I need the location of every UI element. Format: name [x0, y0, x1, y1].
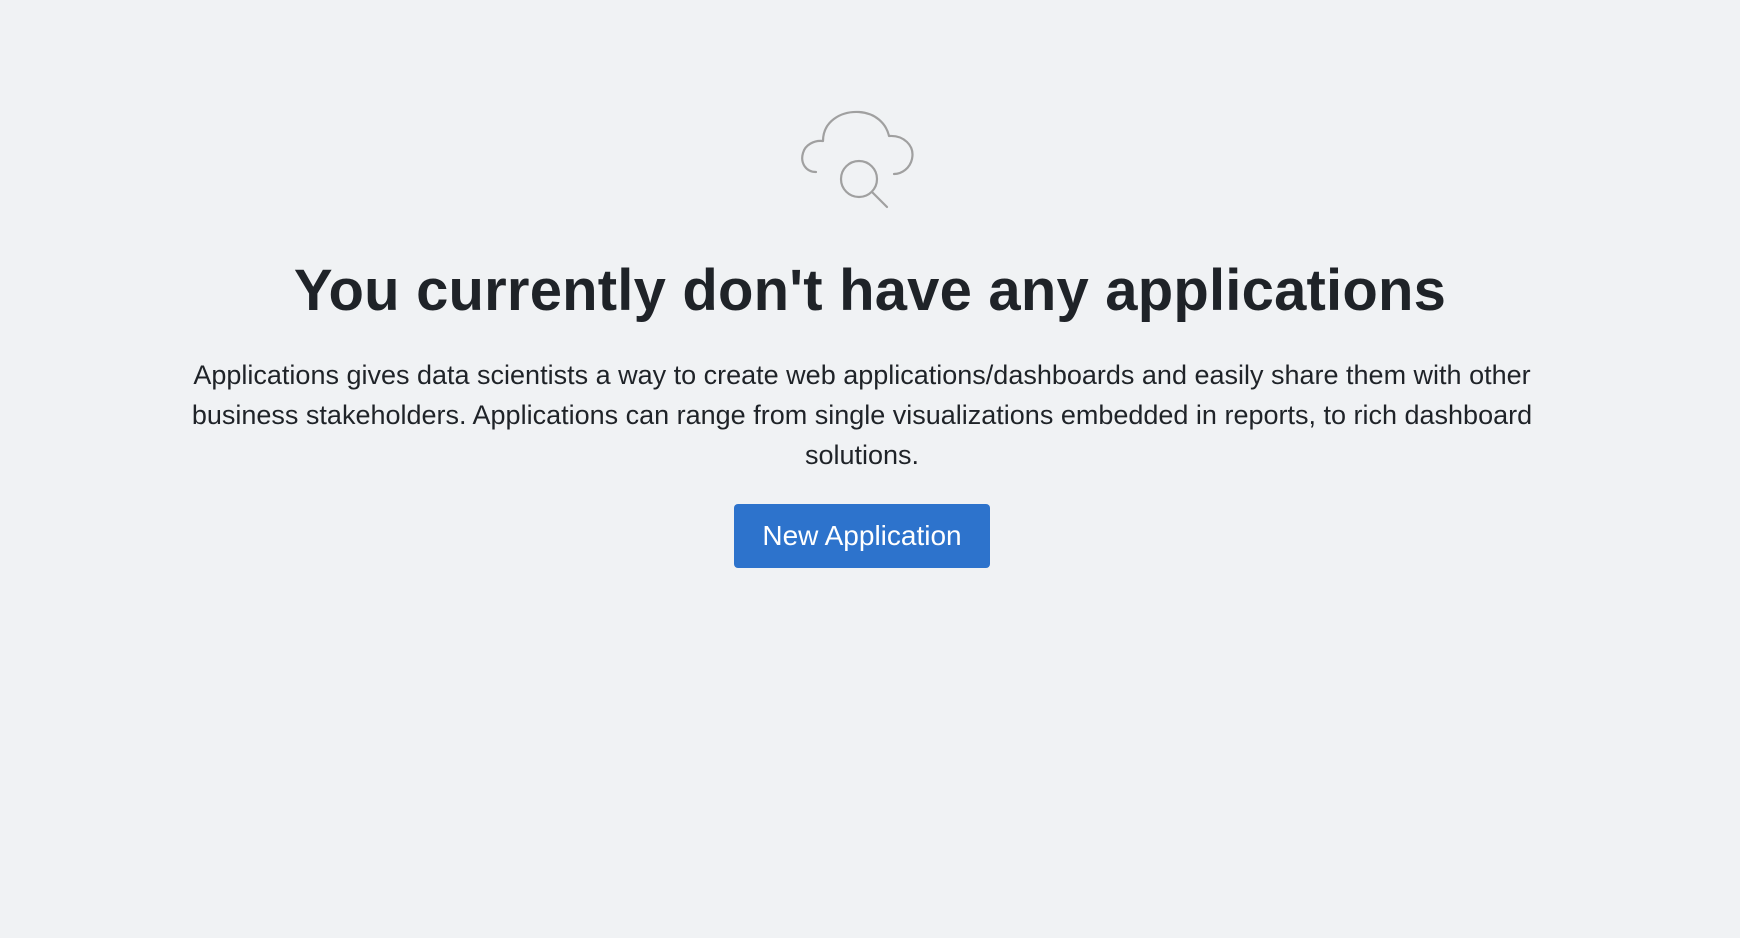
- empty-state-description: Applications gives data scientists a way…: [191, 360, 1533, 470]
- empty-state-title: You currently don't have any application…: [293, 258, 1447, 323]
- new-application-button[interactable]: New Application: [734, 504, 990, 568]
- applications-empty-state: You currently don't have any application…: [0, 0, 1740, 938]
- cloud-search-icon: [800, 108, 924, 210]
